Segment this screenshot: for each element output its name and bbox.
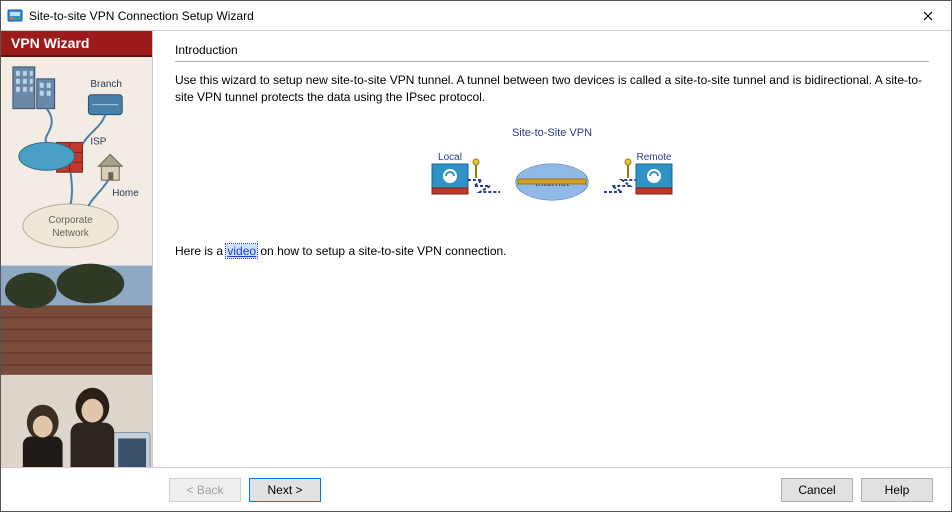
sidebar-label-corp2: Network bbox=[52, 228, 88, 239]
nav-button-group: < Back Next > bbox=[169, 478, 321, 502]
close-button[interactable] bbox=[905, 1, 951, 31]
sidebar-title: VPN Wizard bbox=[1, 31, 152, 57]
titlebar: Site-to-site VPN Connection Setup Wizard bbox=[1, 1, 951, 31]
cancel-button[interactable]: Cancel bbox=[781, 478, 853, 502]
diagram-local-label: Local bbox=[438, 152, 462, 163]
sidebar-label-corp1: Corporate bbox=[48, 215, 93, 226]
video-link[interactable]: video bbox=[226, 244, 257, 258]
diagram-title: Site-to-Site VPN bbox=[512, 127, 592, 139]
app-icon bbox=[7, 8, 23, 24]
video-line: Here is a video on how to setup a site-t… bbox=[175, 244, 929, 258]
sidebar: VPN Wizard bbox=[1, 31, 153, 467]
sidebar-label-branch: Branch bbox=[90, 79, 121, 90]
main-panel: Introduction Use this wizard to setup ne… bbox=[153, 31, 951, 467]
section-heading: Introduction bbox=[175, 43, 929, 62]
intro-paragraph: Use this wizard to setup new site-to-sit… bbox=[175, 72, 929, 106]
back-button[interactable]: < Back bbox=[169, 478, 241, 502]
window-title: Site-to-site VPN Connection Setup Wizard bbox=[29, 9, 905, 23]
video-prefix: Here is a bbox=[175, 244, 226, 258]
vpn-diagram: Site-to-Site VPN Local Int bbox=[175, 124, 929, 214]
help-button[interactable]: Help bbox=[861, 478, 933, 502]
footer: < Back Next > Cancel Help bbox=[1, 467, 951, 511]
diagram-remote-label: Remote bbox=[636, 152, 671, 163]
sidebar-label-home: Home bbox=[112, 188, 139, 199]
sidebar-label-isp: ISP bbox=[90, 136, 106, 147]
sidebar-graphic: Branch ISP bbox=[1, 57, 152, 467]
wizard-window: Site-to-site VPN Connection Setup Wizard… bbox=[0, 0, 952, 512]
wizard-body: VPN Wizard bbox=[1, 31, 951, 467]
next-button[interactable]: Next > bbox=[249, 478, 321, 502]
video-suffix: on how to setup a site-to-site VPN conne… bbox=[257, 244, 506, 258]
